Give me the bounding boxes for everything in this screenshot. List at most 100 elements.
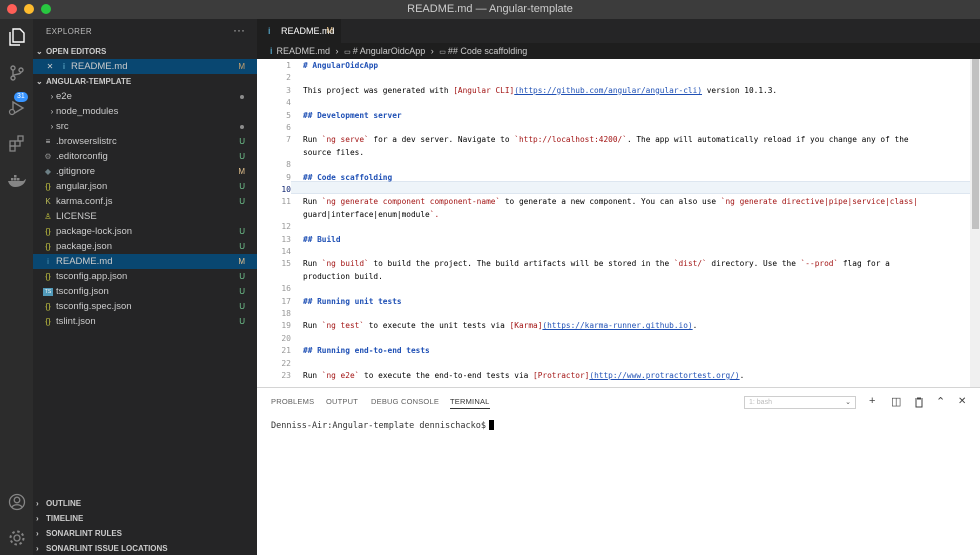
line-number: 2 [286, 73, 291, 83]
settings-gear-icon[interactable] [5, 526, 28, 549]
docker-icon[interactable] [5, 169, 28, 192]
outline-section[interactable]: › OUTLINE [33, 496, 257, 511]
file-type-icon: ◆ [44, 167, 52, 176]
code-line: Run `ng e2e` to execute the end-to-end t… [303, 371, 745, 380]
code-line: source files. [303, 147, 365, 157]
tree-item-label: package.json [56, 241, 112, 252]
sonarlint-rules-section[interactable]: › SONARLINT RULES [33, 526, 257, 541]
minimize-window-button[interactable] [24, 4, 34, 14]
tree-item[interactable]: i README.md M [33, 254, 257, 269]
tab-terminal[interactable]: TERMINAL [450, 397, 490, 409]
link-url[interactable]: (http://www.protractortest.org/) [589, 371, 739, 380]
link-url[interactable]: (https://karma-runner.github.io) [542, 321, 692, 330]
tree-item-label: .gitignore [56, 166, 96, 177]
tree-item-label: tsconfig.json [56, 286, 109, 297]
breadcrumb-file[interactable]: README.md [277, 46, 331, 56]
tree-item[interactable]: ♙ LICENSE [33, 209, 257, 224]
chevron-down-icon: ⌄ [36, 77, 43, 86]
close-icon[interactable]: ✕ [45, 59, 55, 74]
tree-item-label: node_modules [56, 106, 119, 117]
explorer-icon[interactable] [5, 25, 28, 48]
editor-scrollbar[interactable] [970, 59, 980, 387]
editor-scroll-thumb[interactable] [972, 59, 979, 229]
tree-item[interactable]: {} tsconfig.app.json U [33, 269, 257, 284]
close-panel-icon[interactable]: ✕ [958, 396, 966, 407]
breadcrumb-separator: › [430, 46, 434, 56]
git-status: U [239, 287, 245, 296]
tab-problems[interactable]: PROBLEMS [271, 397, 314, 406]
terminal-output[interactable]: Denniss-Air:Angular-template dennischack… [271, 420, 494, 431]
breadcrumb-h1[interactable]: # AngularOidcApp [353, 46, 426, 56]
outline-label: OUTLINE [46, 499, 82, 508]
open-editors-section[interactable]: ⌄ OPEN EDITORS [33, 44, 257, 59]
timeline-section[interactable]: › TIMELINE [33, 511, 257, 526]
tree-item-label: tsconfig.app.json [56, 271, 128, 282]
git-status: U [239, 302, 245, 311]
line-number: 9 [286, 172, 291, 182]
breadcrumb-h2[interactable]: ## Code scaffolding [448, 46, 527, 56]
tab-output[interactable]: OUTPUT [326, 397, 358, 406]
git-status: U [239, 317, 245, 326]
chevron-right-icon: › [36, 544, 39, 553]
code-line: Run `ng serve` for a dev server. Navigat… [303, 135, 909, 145]
line-number: 10 [281, 185, 291, 194]
tree-item[interactable]: › e2e [33, 89, 257, 104]
line-number: 13 [281, 234, 291, 244]
code-line: Run `ng build` to build the project. The… [303, 259, 890, 269]
tree-item-label: tsconfig.spec.json [56, 301, 132, 312]
line-number: 3 [286, 85, 291, 95]
line-number: 6 [286, 123, 291, 132]
file-type-icon: {} [45, 302, 51, 311]
line-number: 18 [281, 309, 291, 318]
chevron-right-icon: › [36, 499, 39, 508]
tree-item[interactable]: {} tsconfig.spec.json U [33, 299, 257, 314]
run-debug-icon[interactable] [5, 96, 28, 119]
source-control-icon[interactable] [5, 61, 28, 84]
extensions-icon[interactable] [5, 131, 28, 154]
code-line: ## Running unit tests [303, 296, 402, 306]
code-editor[interactable]: 1 2 3 4 5 6 7 8 9 10 11 12 13 14 15 16 17 18 19 20 21 22 23 # … [257, 59, 980, 387]
split-terminal-icon[interactable]: ◫ [891, 395, 901, 408]
line-number: 4 [286, 98, 291, 108]
sonarlint-issue-locations-section[interactable]: › SONARLINT ISSUE LOCATIONS [33, 541, 257, 555]
more-actions-icon[interactable]: ··· [233, 23, 245, 37]
inline-code: `ng generate component component-name` [321, 197, 501, 207]
tree-item[interactable]: {} package-lock.json U [33, 224, 257, 239]
line-numbers: 1 2 3 4 5 6 7 8 9 10 11 12 13 14 15 16 17 18 19 20 21 22 23 [257, 59, 291, 387]
maximize-panel-icon[interactable]: ⌃ [936, 395, 945, 408]
tree-item[interactable]: › src [33, 119, 257, 134]
link-text: [Protractor] [533, 371, 590, 380]
tree-item[interactable]: › node_modules [33, 104, 257, 119]
git-status: U [239, 152, 245, 161]
new-terminal-icon[interactable]: + [869, 395, 875, 407]
current-line-highlight [291, 181, 980, 194]
tree-item[interactable]: Kkarma.conf.js U [33, 194, 257, 209]
inline-code: `dist/` [673, 259, 707, 269]
tree-item[interactable]: ◆ .gitignore M [33, 164, 257, 179]
terminal-select[interactable]: 1: bash ⌄ [744, 396, 856, 409]
open-editor-item[interactable]: ✕ i README.md M [33, 59, 257, 74]
git-status: U [239, 137, 245, 146]
window-title: README.md — Angular-template [407, 3, 573, 15]
code-line: Run `ng test` to execute the unit tests … [303, 321, 698, 331]
tree-item[interactable]: ⚙ .editorconfig U [33, 149, 257, 164]
tree-item[interactable]: {} tslint.json U [33, 314, 257, 329]
close-window-button[interactable] [7, 4, 17, 14]
tree-item[interactable]: TS tsconfig.json U [33, 284, 257, 299]
tab-debug-console[interactable]: DEBUG CONSOLE [371, 397, 439, 406]
tab-readme[interactable]: i README.md M [257, 19, 341, 43]
tree-item[interactable]: {} angular.json U [33, 179, 257, 194]
trash-icon[interactable] [914, 397, 924, 410]
tree-item[interactable]: {} package.json U [33, 239, 257, 254]
info-file-icon: i [270, 46, 273, 56]
zoom-window-button[interactable] [41, 4, 51, 14]
line-number: 22 [281, 358, 291, 368]
inline-code: `. [429, 209, 440, 219]
project-label: ANGULAR-TEMPLATE [46, 77, 132, 86]
explorer-title: EXPLORER [46, 27, 92, 36]
tree-item[interactable]: ≡ .browserslistrc U [33, 134, 257, 149]
project-section[interactable]: ⌄ ANGULAR-TEMPLATE [33, 74, 257, 89]
inline-code: `ng e2e` [321, 371, 360, 380]
link-url[interactable]: (https://github.com/angular/angular-cli) [514, 86, 702, 95]
account-icon[interactable] [5, 490, 28, 513]
